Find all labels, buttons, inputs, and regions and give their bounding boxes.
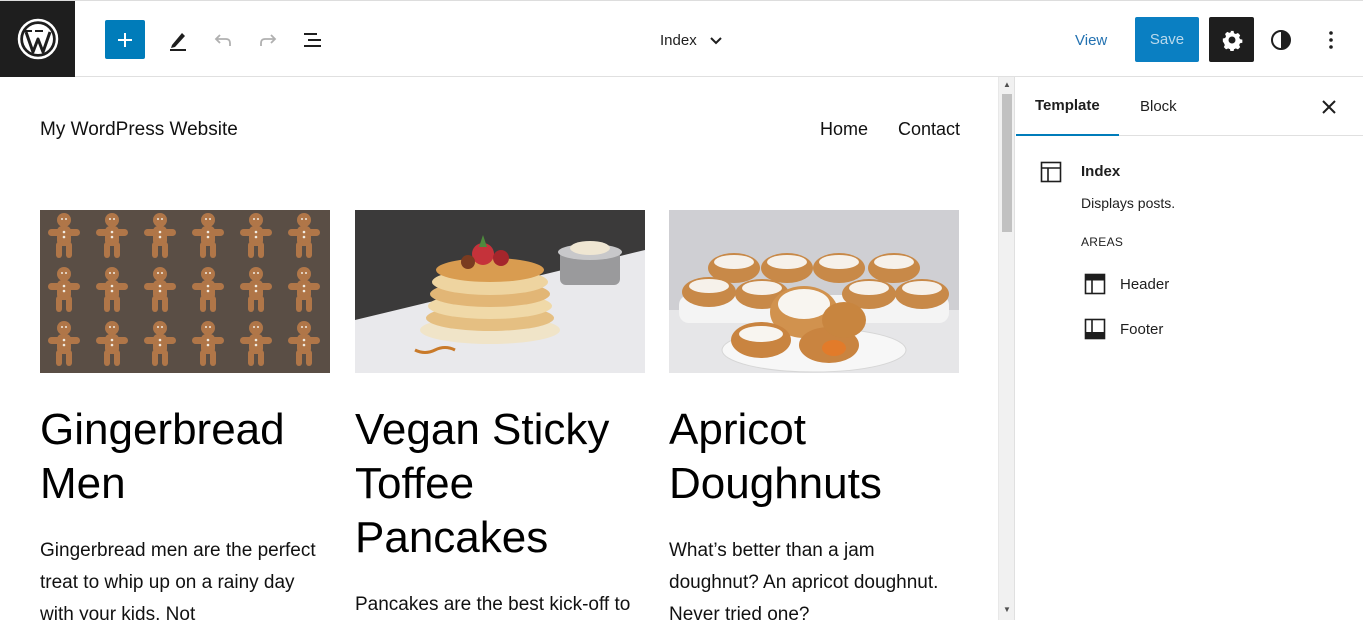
doughnuts-photo[interactable] bbox=[669, 210, 959, 373]
document-title: Index bbox=[660, 31, 697, 49]
settings-sidebar: Template Block Index Displays posts. ARE… bbox=[1016, 77, 1363, 620]
nav-item-home[interactable]: Home bbox=[820, 119, 868, 140]
area-item-header[interactable]: Header bbox=[1084, 273, 1169, 295]
header-area-icon bbox=[1084, 273, 1106, 295]
post-title[interactable]: Gingerbread Men bbox=[40, 403, 330, 511]
post-card[interactable]: Apricot Doughnuts What’s better than a j… bbox=[669, 210, 959, 620]
site-title[interactable]: My WordPress Website bbox=[40, 119, 238, 141]
nav-item-contact[interactable]: Contact bbox=[898, 119, 960, 140]
wordpress-logo-icon[interactable] bbox=[0, 1, 75, 77]
tab-template[interactable]: Template bbox=[1016, 77, 1119, 136]
chevron-down-icon bbox=[709, 37, 722, 45]
redo-icon bbox=[260, 34, 277, 46]
close-icon bbox=[1322, 100, 1336, 114]
plus-icon bbox=[118, 32, 132, 47]
template-name: Index bbox=[1081, 163, 1121, 180]
area-item-footer[interactable]: Footer bbox=[1084, 318, 1163, 340]
template-description: Displays posts. bbox=[1081, 195, 1176, 211]
gingerbread-cookies-photo[interactable] bbox=[40, 210, 330, 373]
undo-button[interactable] bbox=[205, 20, 241, 60]
pancake-stack-photo[interactable] bbox=[355, 210, 645, 373]
styles-button[interactable] bbox=[1263, 20, 1299, 60]
canvas-scrollbar[interactable]: ▲ ▼ bbox=[998, 77, 1015, 620]
save-button[interactable]: Save bbox=[1135, 17, 1199, 62]
gear-icon bbox=[1222, 30, 1242, 51]
scroll-thumb[interactable] bbox=[1002, 94, 1012, 232]
editor-canvas[interactable]: My WordPress Website Home Contact Ginger… bbox=[0, 77, 998, 620]
post-card[interactable]: Vegan Sticky Toffee Pancakes Pancakes ar… bbox=[355, 210, 645, 620]
footer-area-icon bbox=[1084, 318, 1106, 340]
tab-block[interactable]: Block bbox=[1121, 77, 1196, 136]
post-title[interactable]: Vegan Sticky Toffee Pancakes bbox=[355, 403, 645, 565]
redo-button[interactable] bbox=[250, 20, 286, 60]
post-title[interactable]: Apricot Doughnuts bbox=[669, 403, 959, 511]
areas-heading: AREAS bbox=[1081, 235, 1124, 249]
navigation: Home Contact bbox=[820, 119, 960, 140]
scroll-up-arrow-icon[interactable]: ▲ bbox=[1002, 80, 1012, 90]
document-title-dropdown[interactable]: Index bbox=[660, 20, 725, 60]
post-excerpt[interactable]: Gingerbread men are the perfect treat to… bbox=[40, 535, 330, 620]
close-sidebar-button[interactable] bbox=[1317, 95, 1341, 119]
sidebar-tabs: Template Block bbox=[1016, 77, 1363, 136]
post-excerpt[interactable]: Pancakes are the best kick-off to bbox=[355, 589, 645, 620]
list-view-icon bbox=[304, 33, 321, 47]
list-view-button[interactable] bbox=[295, 20, 331, 60]
add-block-button[interactable] bbox=[105, 20, 145, 59]
area-label: Footer bbox=[1120, 320, 1164, 338]
post-excerpt[interactable]: What’s better than a jam doughnut? An ap… bbox=[669, 535, 959, 620]
post-card[interactable]: Gingerbread Men Gingerbread men are the … bbox=[40, 210, 330, 620]
area-label: Header bbox=[1120, 275, 1170, 293]
undo-icon bbox=[214, 34, 231, 46]
pencil-icon bbox=[170, 33, 186, 51]
options-button[interactable] bbox=[1313, 20, 1349, 60]
scroll-down-arrow-icon[interactable]: ▼ bbox=[1002, 605, 1012, 615]
template-icon bbox=[1040, 161, 1062, 183]
vertical-dots-icon bbox=[1329, 31, 1333, 49]
half-circle-icon bbox=[1271, 30, 1291, 50]
tools-button[interactable] bbox=[160, 20, 196, 60]
view-link[interactable]: View bbox=[1075, 20, 1107, 60]
editor-toolbar: Index View Save bbox=[0, 0, 1363, 77]
settings-button[interactable] bbox=[1209, 17, 1254, 62]
